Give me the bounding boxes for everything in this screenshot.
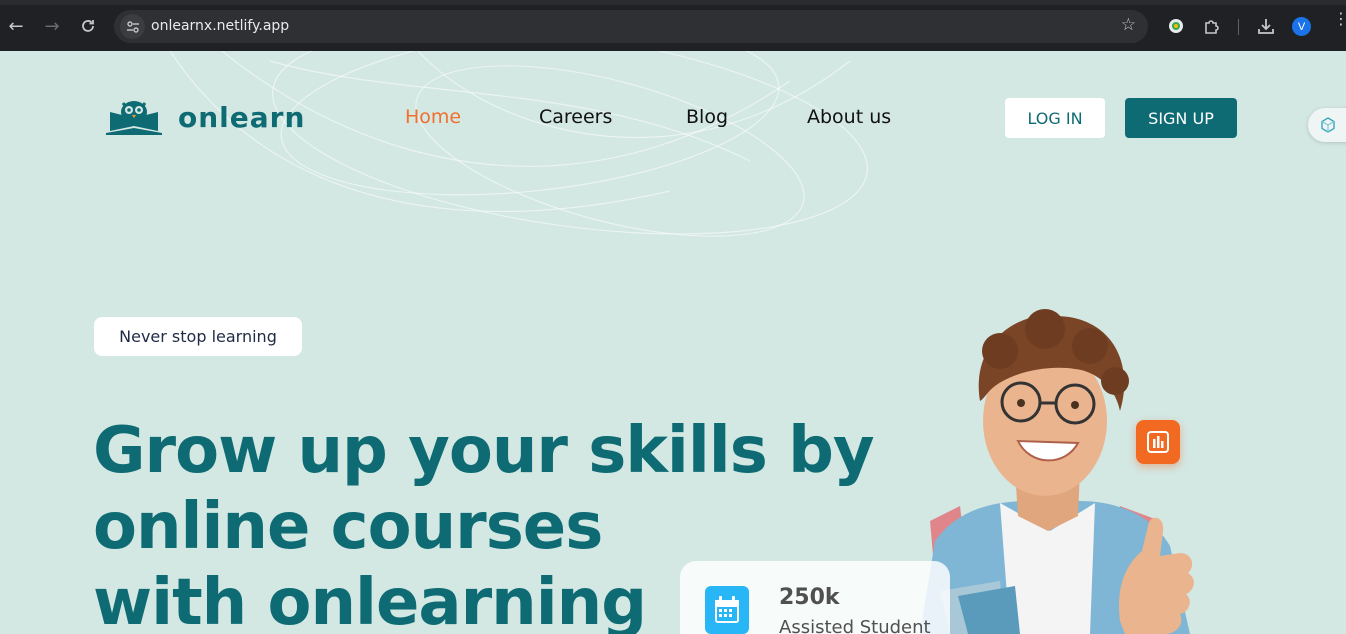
toolbar-divider: [1238, 19, 1239, 35]
kebab-menu-icon[interactable]: ⋮: [1333, 11, 1346, 27]
star-icon[interactable]: ☆: [1121, 15, 1136, 35]
owl-book-icon: [106, 101, 162, 135]
site-info-button[interactable]: [120, 14, 145, 39]
puzzle-icon: [1205, 20, 1219, 34]
reload-icon: [82, 20, 94, 32]
stat-value: 250k: [779, 585, 840, 610]
cube-icon: [1321, 117, 1335, 133]
nav-about-us[interactable]: About us: [807, 106, 891, 128]
stat-icon-box: [705, 586, 749, 634]
calendar-icon: [715, 596, 739, 623]
extension-button[interactable]: [1166, 16, 1186, 36]
signup-button[interactable]: SIGN UP: [1125, 98, 1237, 138]
url-text[interactable]: onlearnx.netlify.app: [151, 18, 289, 34]
bar-chart-icon: [1147, 431, 1169, 453]
stat-card: 250k Assisted Student: [680, 561, 950, 634]
address-bar[interactable]: onlearnx.netlify.app ☆: [114, 10, 1148, 43]
tagline-badge: Never stop learning: [94, 317, 302, 356]
nav-home[interactable]: Home: [405, 106, 461, 128]
download-icon: [1258, 19, 1274, 34]
arrow-right-icon: →: [44, 15, 60, 37]
nav-blog[interactable]: Blog: [686, 106, 728, 128]
downloads-button[interactable]: [1256, 16, 1276, 36]
headline-line-2: online courses: [93, 490, 603, 564]
stat-label: Assisted Student: [779, 617, 931, 634]
headline-line-1: Grow up your skills by: [93, 414, 875, 488]
browser-toolbar: ← → onlearnx.netlify.app ☆ V ⋮: [0, 0, 1346, 51]
decorative-lines: [169, 51, 868, 237]
bar-chart-badge: [1136, 420, 1180, 464]
back-button[interactable]: ←: [5, 15, 27, 37]
nav-careers[interactable]: Careers: [539, 106, 612, 128]
extension-logo-icon: [1169, 19, 1183, 33]
logo-wordmark: onlearn: [178, 100, 306, 134]
floating-extension-widget[interactable]: [1308, 108, 1346, 142]
tab-strip-edge: [0, 0, 1346, 5]
site-logo[interactable]: onlearn: [104, 98, 305, 136]
reload-button[interactable]: [77, 15, 99, 37]
profile-avatar[interactable]: V: [1292, 17, 1311, 36]
extensions-button[interactable]: [1202, 16, 1222, 36]
login-button[interactable]: LOG IN: [1005, 98, 1105, 138]
page-viewport: onlearn Home Careers Blog About us LOG I…: [0, 51, 1346, 634]
arrow-left-icon: ←: [8, 15, 24, 37]
forward-button[interactable]: →: [41, 15, 63, 37]
tune-icon: [126, 20, 139, 33]
